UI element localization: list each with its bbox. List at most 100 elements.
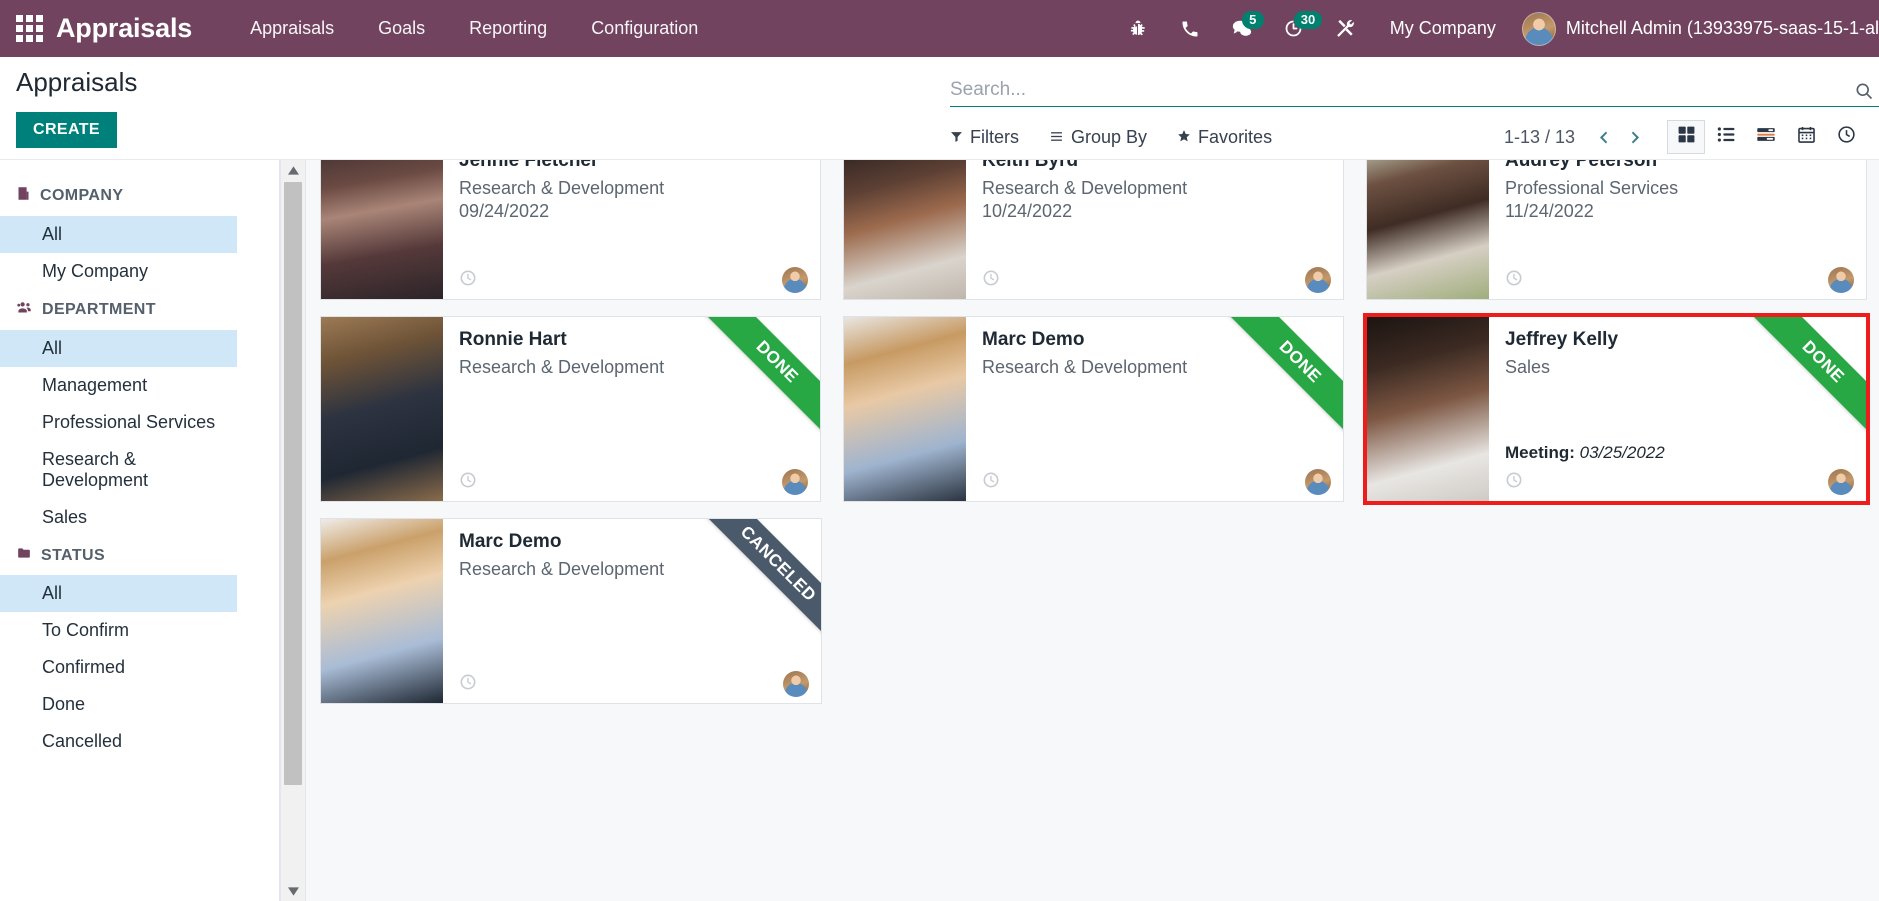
pager-next-button[interactable] xyxy=(1621,123,1649,151)
kanban-card[interactable]: Audrey Peterson Professional Services 11… xyxy=(1366,160,1867,300)
menu-item-configuration[interactable]: Configuration xyxy=(569,10,720,47)
kanban-card[interactable]: Jennie Fletcher Research & Development 0… xyxy=(320,160,821,300)
pager-previous-button[interactable] xyxy=(1589,123,1617,151)
employee-name: Ronnie Hart xyxy=(459,329,567,350)
kanban-card-footer xyxy=(459,469,808,495)
kanban-card-selected[interactable]: Jeffrey Kelly Sales Meeting: 03/25/2022 xyxy=(1363,313,1870,505)
employee-photo xyxy=(321,160,443,299)
meeting-date: 03/25/2022 xyxy=(1579,443,1665,462)
employee-name: Marc Demo xyxy=(459,531,562,552)
assignee-avatar[interactable] xyxy=(782,267,808,293)
kanban-row: Jennie Fletcher Research & Development 0… xyxy=(320,160,1867,300)
app-brand-title[interactable]: Appraisals xyxy=(56,13,192,44)
assignee-avatar[interactable] xyxy=(783,671,810,697)
view-switcher xyxy=(1667,120,1879,154)
page-title: Appraisals xyxy=(16,67,138,97)
kanban-row: Ronnie Hart Research & Development DONE xyxy=(320,313,1870,505)
users-icon xyxy=(16,300,33,320)
user-name-label: Mitchell Admin (13933975-saas-15-1-al xyxy=(1565,18,1879,38)
assignee-avatar[interactable] xyxy=(1305,267,1331,293)
calendar-view-button[interactable] xyxy=(1787,120,1825,154)
sidebar-section-department: DEPARTMENT xyxy=(0,290,279,330)
messages-icon[interactable]: 5 xyxy=(1216,9,1268,49)
kanban-card-footer xyxy=(1505,469,1854,495)
kanban-card-body: Jeffrey Kelly Sales Meeting: 03/25/2022 xyxy=(1489,317,1866,501)
sidebar-item-status-all[interactable]: All xyxy=(0,575,237,612)
star-icon xyxy=(1177,127,1191,148)
schedule-clock-icon[interactable] xyxy=(459,471,477,494)
kanban-card-footer xyxy=(459,267,808,293)
timeline-view-button[interactable] xyxy=(1827,120,1865,154)
user-menu[interactable]: Mitchell Admin (13933975-saas-15-1-al xyxy=(1514,11,1879,46)
apps-grid-icon[interactable] xyxy=(10,10,48,48)
sidebar-section-status-title: STATUS xyxy=(41,546,106,564)
kanban-card[interactable]: Keith Byrd Research & Development 10/24/… xyxy=(843,160,1344,300)
create-button[interactable]: CREATE xyxy=(16,112,117,148)
scroll-down-arrow-icon[interactable] xyxy=(287,881,299,901)
assignee-avatar[interactable] xyxy=(1828,267,1854,293)
sidebar-item-status-done[interactable]: Done xyxy=(0,686,237,723)
group-by-label: Group By xyxy=(1071,126,1148,147)
employee-name: Keith Byrd xyxy=(982,160,1079,171)
scrollbar-track[interactable] xyxy=(281,180,305,881)
assignee-avatar[interactable] xyxy=(1305,469,1331,495)
sidebar-item-department-sales[interactable]: Sales xyxy=(0,499,237,536)
kanban-card[interactable]: Ronnie Hart Research & Development DONE xyxy=(320,316,821,502)
messages-badge: 5 xyxy=(1241,10,1264,29)
group-by-button[interactable]: Group By xyxy=(1049,123,1163,152)
building-icon xyxy=(16,186,31,206)
list-view-button[interactable] xyxy=(1707,120,1745,154)
filters-label: Filters xyxy=(970,126,1019,147)
sidebar-item-status-cancelled[interactable]: Cancelled xyxy=(0,723,237,760)
vertical-scrollbar[interactable] xyxy=(280,160,306,901)
department-label: Research & Development xyxy=(982,357,1188,377)
schedule-clock-icon[interactable] xyxy=(1505,269,1523,292)
menu-item-goals[interactable]: Goals xyxy=(356,10,447,47)
company-switcher[interactable]: My Company xyxy=(1372,10,1514,47)
sidebar-item-status-to-confirm[interactable]: To Confirm xyxy=(0,612,237,649)
employee-name: Jeffrey Kelly xyxy=(1505,329,1619,350)
folder-icon xyxy=(16,546,32,565)
calendar-icon xyxy=(1797,125,1816,149)
schedule-clock-icon[interactable] xyxy=(1505,471,1523,494)
schedule-clock-icon[interactable] xyxy=(982,269,1000,292)
sidebar-item-status-confirmed[interactable]: Confirmed xyxy=(0,649,237,686)
group-by-lines-icon xyxy=(1049,127,1064,148)
filters-button[interactable]: Filters xyxy=(950,123,1035,152)
schedule-clock-icon[interactable] xyxy=(459,673,477,696)
menu-item-appraisals[interactable]: Appraisals xyxy=(228,10,356,47)
kanban-card[interactable]: Marc Demo Research & Development CANCELE… xyxy=(320,518,823,704)
activity-view-button[interactable] xyxy=(1747,120,1785,154)
search-panel-sidebar: COMPANY All My Company DEPARTMENT All Ma… xyxy=(0,160,280,901)
employee-name: Marc Demo xyxy=(982,329,1085,350)
kanban-view-button[interactable] xyxy=(1667,120,1705,154)
department-label: Research & Development xyxy=(459,178,665,198)
search-icon[interactable] xyxy=(1849,81,1879,101)
menu-item-reporting[interactable]: Reporting xyxy=(447,10,569,47)
sidebar-item-company-all[interactable]: All xyxy=(0,216,237,253)
scrollbar-thumb[interactable] xyxy=(284,182,302,785)
control-panel-right: Filters Group By Favorites 1-13 / 13 xyxy=(950,57,1879,154)
appraisal-date: 09/24/2022 xyxy=(459,201,550,221)
tools-icon[interactable] xyxy=(1320,9,1372,49)
sidebar-item-department-professional-services[interactable]: Professional Services xyxy=(0,404,237,441)
workspace: COMPANY All My Company DEPARTMENT All Ma… xyxy=(0,160,1879,901)
kanban-card[interactable]: Marc Demo Research & Development DONE xyxy=(843,316,1344,502)
scroll-up-arrow-icon[interactable] xyxy=(287,160,299,180)
sidebar-item-department-research-development[interactable]: Research & Development xyxy=(0,441,237,499)
sidebar-section-department-title: DEPARTMENT xyxy=(42,301,156,318)
sidebar-item-department-management[interactable]: Management xyxy=(0,367,237,404)
sidebar-item-company-my-company[interactable]: My Company xyxy=(0,253,237,290)
assignee-avatar[interactable] xyxy=(1828,469,1854,495)
sidebar-item-department-all[interactable]: All xyxy=(0,330,237,367)
search-input[interactable] xyxy=(950,79,1849,101)
schedule-clock-icon[interactable] xyxy=(459,269,477,292)
kanban-card-body: Audrey Peterson Professional Services 11… xyxy=(1489,160,1866,299)
assignee-avatar[interactable] xyxy=(782,469,808,495)
activities-clock-icon[interactable]: 30 xyxy=(1268,9,1323,49)
search-bar[interactable] xyxy=(950,75,1879,107)
phone-icon[interactable] xyxy=(1164,9,1216,49)
schedule-clock-icon[interactable] xyxy=(982,471,1000,494)
bug-icon[interactable] xyxy=(1112,9,1164,49)
favorites-button[interactable]: Favorites xyxy=(1177,123,1288,152)
